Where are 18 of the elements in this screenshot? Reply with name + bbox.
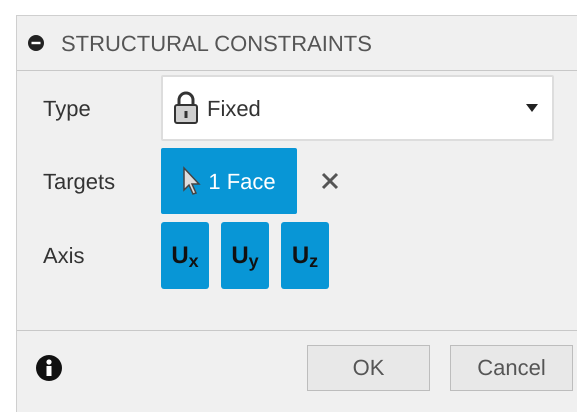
close-icon[interactable] (321, 172, 339, 190)
axis-toggle-button[interactable]: U$_{z}$ (281, 222, 329, 289)
field-label: Targets (42, 168, 116, 196)
selection-button[interactable]: 1 Face (161, 148, 297, 214)
field-label: Axis (42, 242, 86, 270)
collapse-icon[interactable] (27, 34, 45, 52)
cursor-icon (182, 166, 202, 196)
cancel-button[interactable]: Cancel (450, 344, 573, 390)
lock-icon (173, 90, 199, 126)
axis-toggle-button[interactable]: U$_{y}$ (221, 222, 269, 289)
panel-title: STRUCTURAL CONSTRAINTS (61, 30, 372, 58)
dropdown-value: Fixed (207, 94, 262, 122)
info-icon[interactable] (35, 354, 63, 382)
caret-icon (526, 104, 538, 112)
ok-button[interactable]: OK (307, 344, 430, 390)
axis-toggle-button[interactable]: U$_{x}$ (161, 222, 209, 289)
field-label: Type (42, 94, 92, 123)
type-dropdown[interactable]: Fixed (161, 75, 554, 141)
